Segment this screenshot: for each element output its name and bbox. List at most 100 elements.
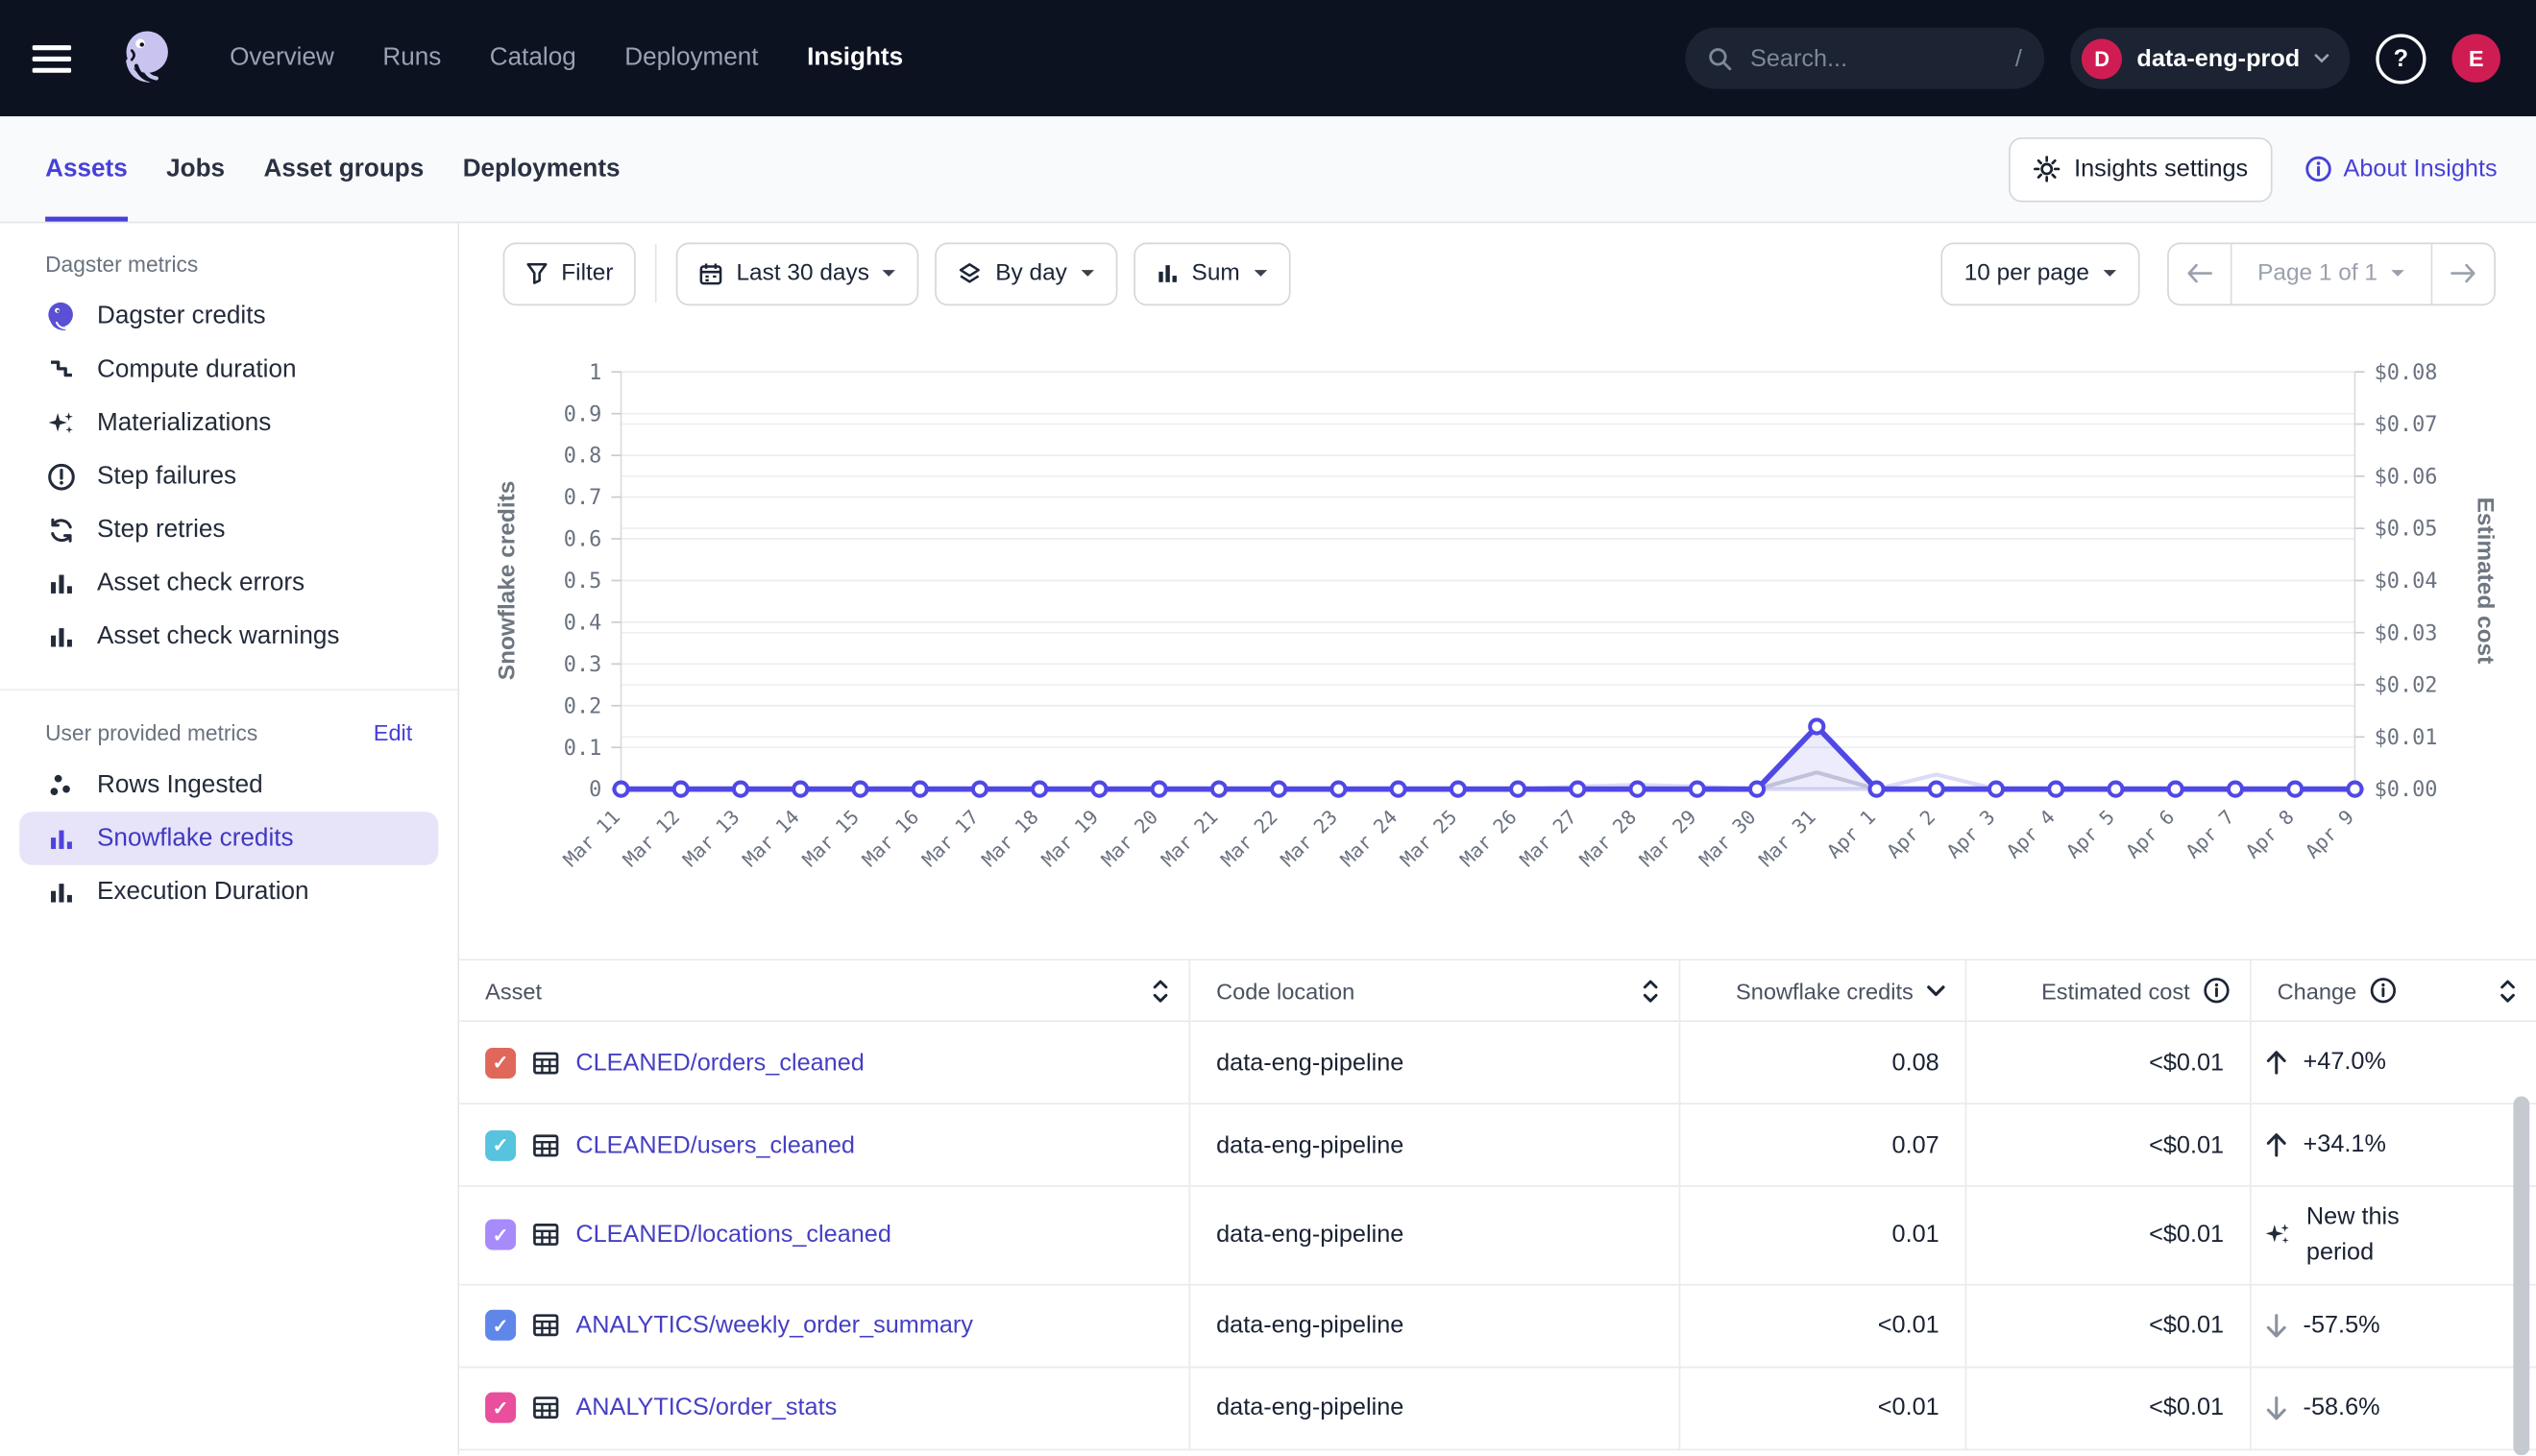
estimated-cost-cell: <$0.01 bbox=[1966, 1285, 2251, 1366]
asset-link[interactable]: ANALYTICS/order_stats bbox=[575, 1394, 837, 1421]
pagination-control: Page 1 of 1 bbox=[2167, 242, 2496, 305]
asset-checkbox[interactable]: ✓ bbox=[485, 1047, 516, 1078]
insights-settings-button[interactable]: Insights settings bbox=[2010, 136, 2273, 201]
svg-text:1: 1 bbox=[589, 361, 601, 385]
caret-down-icon bbox=[882, 268, 896, 278]
help-icon[interactable]: ? bbox=[2376, 34, 2426, 84]
svg-text:Apr 6: Apr 6 bbox=[2121, 806, 2179, 863]
svg-text:Snowflake credits: Snowflake credits bbox=[494, 481, 520, 681]
sidebar-item-label: Execution Duration bbox=[97, 877, 309, 906]
filter-icon bbox=[525, 262, 549, 285]
asset-link[interactable]: CLEANED/users_cleaned bbox=[575, 1131, 855, 1159]
search-input[interactable] bbox=[1747, 43, 2001, 74]
asset-checkbox[interactable]: ✓ bbox=[485, 1310, 516, 1341]
menu-icon[interactable] bbox=[33, 44, 71, 72]
nav-item-overview[interactable]: Overview bbox=[230, 43, 334, 72]
date-range-dropdown[interactable]: Last 30 days bbox=[676, 242, 919, 305]
nav-item-insights[interactable]: Insights bbox=[807, 43, 903, 72]
filter-button[interactable]: Filter bbox=[503, 242, 636, 305]
sidebar-item-label: Step retries bbox=[97, 515, 225, 544]
sort-toggle-icon[interactable] bbox=[1152, 978, 1170, 1004]
column-header-asset: Asset bbox=[485, 978, 542, 1004]
code-location-cell: data-eng-pipeline bbox=[1190, 1022, 1680, 1103]
column-header-estimated-cost: Estimated cost bbox=[2041, 978, 2190, 1004]
asset-link[interactable]: ANALYTICS/weekly_order_summary bbox=[575, 1311, 973, 1339]
tab-assets[interactable]: Assets bbox=[45, 116, 128, 221]
arrow-up-icon bbox=[2264, 1132, 2288, 1158]
bar-chart-icon bbox=[1157, 262, 1180, 285]
svg-text:Mar 26: Mar 26 bbox=[1455, 806, 1522, 872]
svg-text:$0.06: $0.06 bbox=[2375, 465, 2438, 489]
toolbar-divider bbox=[655, 244, 657, 303]
arrow-up-icon bbox=[2264, 1050, 2288, 1076]
sidebar-item-step-failures[interactable]: Step failures bbox=[19, 449, 438, 503]
sidebar-item-rows-ingested[interactable]: Rows Ingested bbox=[19, 759, 438, 813]
asset-link[interactable]: CLEANED/orders_cleaned bbox=[575, 1049, 864, 1077]
sidebar-item-dagster-credits[interactable]: Dagster credits bbox=[19, 289, 438, 343]
sidebar-item-compute-duration[interactable]: Compute duration bbox=[19, 343, 438, 397]
per-page-dropdown[interactable]: 10 per page bbox=[1941, 242, 2139, 305]
info-icon bbox=[2304, 156, 2332, 183]
table-row: ✓ANALYTICS/order_statsdata-eng-pipeline<… bbox=[459, 1368, 2536, 1450]
svg-text:Mar 25: Mar 25 bbox=[1396, 806, 1462, 872]
arrow-right-icon bbox=[2451, 263, 2476, 282]
sort-toggle-icon[interactable] bbox=[2499, 978, 2517, 1004]
sidebar-item-execution-duration[interactable]: Execution Duration bbox=[19, 865, 438, 919]
sidebar-item-label: Compute duration bbox=[97, 355, 296, 384]
code-location-cell: data-eng-pipeline bbox=[1190, 1285, 1680, 1366]
estimated-cost-cell: <$0.01 bbox=[1966, 1368, 2251, 1448]
tab-asset-groups[interactable]: Asset groups bbox=[263, 116, 424, 221]
svg-text:$0.08: $0.08 bbox=[2375, 361, 2438, 385]
per-page-label: 10 per page bbox=[1964, 260, 2089, 286]
sort-toggle-icon[interactable] bbox=[1642, 978, 1660, 1004]
page-indicator-dropdown[interactable]: Page 1 of 1 bbox=[2230, 243, 2432, 303]
about-insights-link[interactable]: About Insights bbox=[2304, 156, 2497, 183]
asset-checkbox[interactable]: ✓ bbox=[485, 1393, 516, 1423]
sparkle-icon bbox=[45, 407, 76, 438]
table-icon bbox=[532, 1222, 560, 1250]
deployment-switcher[interactable]: D data-eng-prod bbox=[2070, 28, 2350, 89]
sidebar-item-materializations[interactable]: Materializations bbox=[19, 396, 438, 449]
svg-text:Apr 1: Apr 1 bbox=[1822, 806, 1880, 863]
svg-text:Apr 5: Apr 5 bbox=[2061, 806, 2119, 863]
insights-tabs: Assets Jobs Asset groups Deployments bbox=[45, 116, 620, 221]
sort-desc-icon[interactable] bbox=[1926, 984, 1945, 997]
svg-text:0.7: 0.7 bbox=[564, 486, 602, 510]
svg-text:Mar 13: Mar 13 bbox=[678, 806, 744, 872]
aggregation-label: Sum bbox=[1192, 260, 1240, 286]
svg-text:0: 0 bbox=[589, 778, 601, 802]
layers-icon bbox=[959, 261, 983, 285]
info-icon[interactable] bbox=[2203, 977, 2231, 1005]
sidebar-item-asset-check-errors[interactable]: Asset check errors bbox=[19, 556, 438, 610]
user-avatar[interactable]: E bbox=[2451, 34, 2500, 83]
nav-item-deployment[interactable]: Deployment bbox=[624, 43, 758, 72]
info-icon[interactable] bbox=[2370, 977, 2398, 1005]
nav-item-catalog[interactable]: Catalog bbox=[490, 43, 576, 72]
nav-item-runs[interactable]: Runs bbox=[382, 43, 441, 72]
sidebar-item-step-retries[interactable]: Step retries bbox=[19, 503, 438, 557]
edit-metrics-link[interactable]: Edit bbox=[374, 719, 413, 745]
granularity-dropdown[interactable]: By day bbox=[936, 242, 1117, 305]
asset-link[interactable]: CLEANED/locations_cleaned bbox=[575, 1222, 891, 1250]
main-panel: Filter Last 30 days By day Sum bbox=[459, 223, 2536, 1455]
aggregation-dropdown[interactable]: Sum bbox=[1134, 242, 1290, 305]
svg-text:Apr 9: Apr 9 bbox=[2301, 806, 2358, 863]
caret-down-icon bbox=[1080, 268, 1094, 278]
dots-icon bbox=[45, 769, 76, 800]
search-box[interactable]: / bbox=[1686, 28, 2045, 89]
tab-jobs[interactable]: Jobs bbox=[166, 116, 225, 221]
change-value: +47.0% bbox=[2304, 1045, 2386, 1080]
asset-checkbox[interactable]: ✓ bbox=[485, 1129, 516, 1160]
about-insights-label: About Insights bbox=[2344, 156, 2498, 183]
svg-text:Apr 8: Apr 8 bbox=[2241, 806, 2299, 863]
next-page-button[interactable] bbox=[2432, 243, 2494, 303]
sidebar-item-asset-check-warnings[interactable]: Asset check warnings bbox=[19, 610, 438, 664]
scrollbar-thumb[interactable] bbox=[2513, 1097, 2529, 1456]
prev-page-button[interactable] bbox=[2169, 243, 2231, 303]
estimated-cost-cell: <$0.01 bbox=[1966, 1187, 2251, 1283]
svg-text:$0.03: $0.03 bbox=[2375, 621, 2438, 645]
sidebar-item-snowflake-credits[interactable]: Snowflake credits bbox=[19, 812, 438, 865]
svg-text:0.6: 0.6 bbox=[564, 528, 602, 552]
tab-deployments[interactable]: Deployments bbox=[463, 116, 621, 221]
asset-checkbox[interactable]: ✓ bbox=[485, 1220, 516, 1250]
